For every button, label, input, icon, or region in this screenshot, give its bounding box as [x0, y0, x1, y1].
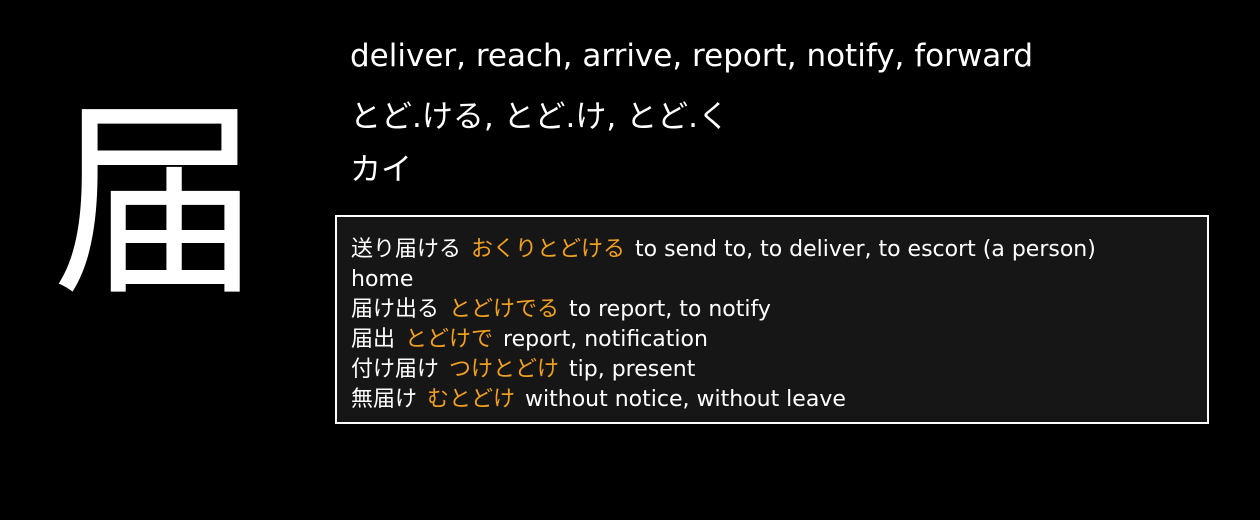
example-word: 無届け: [351, 387, 418, 412]
example-row: 送り届ける おくりとどける to send to, to deliver, to e…: [351, 235, 1195, 265]
example-gloss: to send to, to deliver, to escort (a per…: [635, 237, 1096, 262]
example-reading: つけとどけ: [449, 357, 560, 382]
example-row: 届出 とどけで report, notification: [351, 325, 1195, 355]
meanings-text: deliver, reach, arrive, report, notify, …: [350, 38, 1034, 74]
example-word: 付け届け: [351, 357, 440, 382]
kanji-character: 届: [51, 80, 262, 325]
kun-readings-text: とど.ける, とど.け, とど.く: [350, 99, 729, 135]
on-readings-text: カイ: [350, 152, 412, 188]
example-gloss: tip, present: [569, 357, 696, 382]
example-reading: おくりとどける: [471, 237, 626, 262]
example-gloss: without notice, without leave: [525, 387, 846, 412]
example-word: 届け出る: [351, 297, 440, 322]
example-row: 付け届け つけとどけ tip, present: [351, 355, 1195, 385]
example-word: 送り届ける: [351, 237, 462, 262]
example-gloss: report, notification: [503, 327, 708, 352]
examples-panel: 送り届ける おくりとどける to send to, to deliver, to e…: [335, 215, 1209, 424]
example-row: 無届け むとどけ without notice, without leave: [351, 385, 1195, 415]
kanji-info: deliver, reach, arrive, report, notify, …: [350, 34, 1230, 192]
example-reading: とどけでる: [449, 297, 560, 322]
example-reading: むとどけ: [427, 387, 516, 412]
example-row: 届け出る とどけでる to report, to notify: [351, 295, 1195, 325]
example-word: 届出: [351, 327, 396, 352]
example-gloss: to report, to notify: [569, 297, 771, 322]
example-reading: とどけで: [405, 327, 494, 352]
example-gloss-continuation: home: [351, 267, 414, 292]
